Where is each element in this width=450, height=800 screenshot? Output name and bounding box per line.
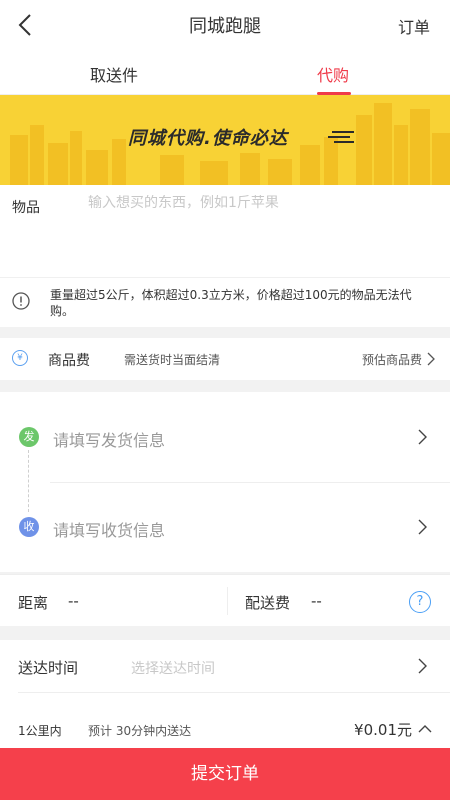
- notice-text: 重量超过5公斤，体积超过0.3立方米，价格超过100元的物品无法代购。: [50, 288, 412, 318]
- delivery-time-section: 送达时间 选择送达时间 1公里内 预计 30分钟内送达 ¥0.01元: [0, 640, 450, 748]
- restriction-notice: 重量超过5公斤，体积超过0.3立方米，价格超过100元的物品无法代购。: [0, 277, 450, 327]
- address-section: 发 收 请填写发货信息 请填写收货信息: [0, 392, 450, 572]
- address-connector-line: [28, 450, 29, 512]
- back-arrow-icon[interactable]: [14, 12, 38, 38]
- help-icon[interactable]: ?: [409, 591, 431, 613]
- submit-order-button[interactable]: 提交订单: [0, 748, 450, 800]
- chevron-right-icon[interactable]: [418, 429, 428, 445]
- divider: [227, 587, 228, 615]
- yen-icon: ¥: [12, 350, 28, 366]
- chevron-right-icon[interactable]: [418, 658, 428, 674]
- distance-fee-row: 距离 -- 配送费 -- ?: [0, 574, 450, 626]
- info-icon: [12, 292, 30, 310]
- delivery-time-select[interactable]: 选择送达时间: [131, 658, 215, 678]
- distance-range: 1公里内: [18, 724, 62, 738]
- banner-slogan: 同城代购.使命必达: [128, 128, 288, 149]
- tab-pickup-delivery[interactable]: 取送件: [90, 62, 138, 86]
- receiver-info-placeholder[interactable]: 请填写收货信息: [53, 517, 165, 541]
- estimated-delivery-time: 预计 30分钟内送达: [88, 724, 192, 738]
- item-section: 物品: [0, 185, 450, 277]
- goods-fee-row: ¥ 商品费 需送货时当面结清 预估商品费: [0, 338, 450, 380]
- speed-lines-icon: [328, 131, 354, 143]
- send-badge: 发: [19, 427, 39, 447]
- receive-badge: 收: [19, 517, 39, 537]
- sender-info-placeholder[interactable]: 请填写发货信息: [53, 427, 165, 451]
- delivery-fee-label: 配送费: [245, 594, 291, 612]
- orders-link[interactable]: 订单: [398, 14, 430, 38]
- chevron-up-icon[interactable]: [418, 724, 432, 733]
- chevron-right-icon[interactable]: [427, 352, 436, 366]
- estimate-goods-fee-link[interactable]: 预估商品费: [362, 351, 422, 368]
- goods-fee-hint: 需送货时当面结清: [124, 353, 221, 367]
- tab-purchase[interactable]: 代购: [317, 62, 349, 86]
- total-price[interactable]: ¥0.01元: [354, 719, 412, 740]
- distance-value: --: [68, 592, 79, 610]
- delivery-fee-value: --: [311, 592, 322, 610]
- distance-label: 距离: [18, 594, 49, 612]
- service-tabs: 取送件 代购: [0, 50, 450, 95]
- app-header: 同城跑腿 订单: [0, 0, 450, 50]
- page-title: 同城跑腿: [189, 16, 261, 37]
- promo-banner: 同城代购.使命必达: [0, 95, 450, 185]
- divider: [18, 692, 450, 693]
- delivery-time-label: 送达时间: [18, 659, 79, 677]
- item-label: 物品: [12, 200, 40, 216]
- goods-fee-label: 商品费: [48, 353, 90, 369]
- chevron-right-icon[interactable]: [418, 519, 428, 535]
- item-input[interactable]: [88, 195, 428, 211]
